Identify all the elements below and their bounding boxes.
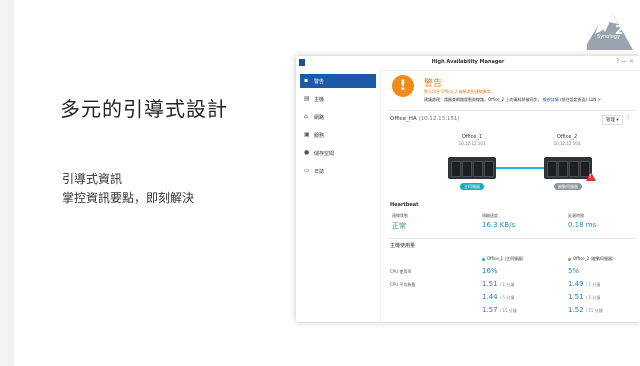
office1-load-1: 1.51 / 1 分鐘 bbox=[482, 280, 514, 288]
host-icon: ▤ bbox=[304, 95, 310, 102]
node-1-name: Office_1 bbox=[461, 134, 483, 140]
cluster-title: Office_HA (10.12.13.151) bbox=[390, 116, 459, 122]
slide-bullet-2: 掌控資訊要點，即刻解決 bbox=[62, 191, 195, 205]
value: 1.51 bbox=[482, 280, 498, 288]
heartbeat-value-latency: 0.18 ms bbox=[568, 221, 597, 229]
sidebar-item-storage[interactable]: ● 儲存空間 bbox=[300, 146, 376, 160]
warning-hint: 建議處理：請檢查網路狀態與線路。Office_2 上的資料將被同步。 檢視詳情 … bbox=[424, 97, 601, 103]
usage-col-office1-label: Office_1 (主伺服器) bbox=[487, 256, 524, 261]
node-2-ip: 10.12.12.104 bbox=[553, 141, 581, 146]
heartbeat-label-latency: 延遲時間 bbox=[568, 213, 584, 218]
usage-col-office1: Office_1 (主伺服器) bbox=[482, 256, 524, 262]
sidebar-item-warning[interactable]: ▪ 警告 bbox=[300, 74, 376, 88]
warning-detail-link[interactable]: 檢視詳情 bbox=[543, 97, 559, 102]
unit: / 1 分鐘 bbox=[585, 282, 601, 287]
sidebar-item-label: 儲存空間 bbox=[314, 151, 335, 157]
warning-hint-suffix: (前往設定頁面) LUN > bbox=[560, 97, 602, 102]
warning-description: 警示訊息 Office_2 被偵測到連線異常。 bbox=[424, 89, 495, 94]
usage-title: 主機使用量 bbox=[390, 243, 416, 249]
heartbeat-title: Heartbeat bbox=[390, 202, 419, 208]
usage-row-label: CPU 使用率 bbox=[390, 269, 412, 274]
log-icon: ▭ bbox=[304, 167, 310, 174]
cluster-ip: (10.12.13.151) bbox=[418, 116, 460, 122]
sidebar-item-label: 主機 bbox=[314, 97, 325, 103]
node-1-ip: 10.12.12.103 bbox=[458, 141, 486, 146]
slide-left-edge bbox=[0, 0, 14, 366]
divider bbox=[388, 238, 636, 239]
unit: / 1 分鐘 bbox=[499, 282, 515, 287]
sidebar: ▪ 警告 ▤ 主機 ⌂ 網路 ▣ 服務 ● 儲存空間 ▭ 日誌 bbox=[296, 70, 381, 322]
sidebar-item-label: 服務 bbox=[314, 133, 325, 139]
sidebar-item-service[interactable]: ▣ 服務 bbox=[300, 128, 376, 142]
alert-triangle-icon: ! bbox=[586, 172, 596, 181]
heartbeat-value-speed: 16.3 KB/s bbox=[482, 221, 516, 229]
slide-title: 多元的引導式設計 bbox=[60, 97, 228, 121]
heartbeat-link-line bbox=[496, 167, 544, 169]
more-menu-icon[interactable]: ⋮ bbox=[626, 115, 631, 121]
service-icon: ▣ bbox=[304, 131, 310, 138]
window-titlebar[interactable]: High Availability Manager ? — × bbox=[296, 56, 640, 71]
sidebar-item-network[interactable]: ⌂ 網路 bbox=[300, 110, 376, 124]
synology-2019-logo: Synology 2019 bbox=[587, 14, 635, 50]
office1-load-15: 1.57 / 15 分鐘 bbox=[482, 306, 517, 314]
heartbeat-value-status: 正常 bbox=[392, 222, 406, 230]
slide-bullet-1: 引導式資訊 bbox=[62, 172, 123, 186]
window-title: High Availability Manager bbox=[431, 59, 505, 65]
heartbeat-label-status: 連線狀態 bbox=[392, 213, 408, 218]
warning-exclamation-icon: ! bbox=[392, 75, 414, 97]
warning-icon: ▪ bbox=[304, 77, 309, 84]
value: 1.57 bbox=[482, 306, 498, 314]
office2-cpu-usage: 5% bbox=[568, 267, 580, 275]
office1-cpu-usage: 16% bbox=[482, 267, 498, 275]
value: 1.44 bbox=[482, 293, 498, 301]
office2-load-5: 1.51 / 5 分鐘 bbox=[568, 293, 600, 301]
usage-col-office2-label: Office_2 (被動伺服器) bbox=[573, 256, 614, 261]
window-controls[interactable]: ? — × bbox=[616, 58, 634, 65]
main-panel: ! 警告 警示訊息 Office_2 被偵測到連線異常。 建議處理：請檢查網路狀… bbox=[382, 70, 640, 322]
unit: / 15 分鐘 bbox=[585, 308, 603, 313]
unit: / 15 分鐘 bbox=[499, 308, 517, 313]
node-2-status-badge: 被動伺服器 bbox=[554, 183, 582, 190]
logo-year: 2019 bbox=[615, 23, 635, 37]
value: 1.52 bbox=[568, 306, 584, 314]
office2-load-1: 1.49 / 1 分鐘 bbox=[568, 280, 600, 288]
sidebar-item-label: 日誌 bbox=[314, 169, 325, 175]
warning-hint-text: 建議處理：請檢查網路狀態與線路。Office_2 上的資料將被同步。 bbox=[424, 97, 542, 102]
storage-icon: ● bbox=[304, 149, 310, 156]
node-2-name: Office_2 bbox=[556, 134, 578, 140]
cluster-name: Office_HA bbox=[390, 116, 417, 122]
sidebar-item-log[interactable]: ▭ 日誌 bbox=[300, 164, 376, 178]
office1-load-5: 1.44 / 5 分鐘 bbox=[482, 293, 514, 301]
sidebar-item-host[interactable]: ▤ 主機 bbox=[300, 92, 376, 106]
usage-col-office2: Office_2 (被動伺服器) bbox=[568, 256, 614, 262]
unit: / 5 分鐘 bbox=[499, 295, 515, 300]
nas-server-2-icon[interactable] bbox=[544, 157, 592, 179]
divider bbox=[388, 110, 636, 111]
legend-dot-office2 bbox=[568, 257, 571, 261]
sidebar-item-label: 網路 bbox=[314, 115, 325, 121]
heartbeat-label-speed: 傳輸速度 bbox=[482, 213, 498, 218]
usage-row-label: CPU 平均負載 bbox=[390, 282, 416, 287]
ha-manager-window: High Availability Manager ? — × ▪ 警告 ▤ 主… bbox=[296, 56, 640, 322]
value: 1.51 bbox=[568, 293, 584, 301]
network-icon: ⌂ bbox=[304, 113, 308, 120]
legend-dot-office1 bbox=[482, 257, 485, 261]
unit: / 5 分鐘 bbox=[585, 295, 601, 300]
node-1-status-badge: 主伺服器 bbox=[460, 183, 484, 190]
office2-load-15: 1.52 / 15 分鐘 bbox=[568, 306, 603, 314]
manage-button[interactable]: 管理 ▾ bbox=[602, 115, 623, 125]
alert-mark: ! bbox=[589, 174, 592, 180]
sidebar-item-label: 警告 bbox=[314, 79, 325, 85]
nas-server-1-icon[interactable] bbox=[448, 157, 496, 179]
warning-title: 警告 bbox=[424, 79, 443, 89]
value: 1.49 bbox=[568, 280, 584, 288]
